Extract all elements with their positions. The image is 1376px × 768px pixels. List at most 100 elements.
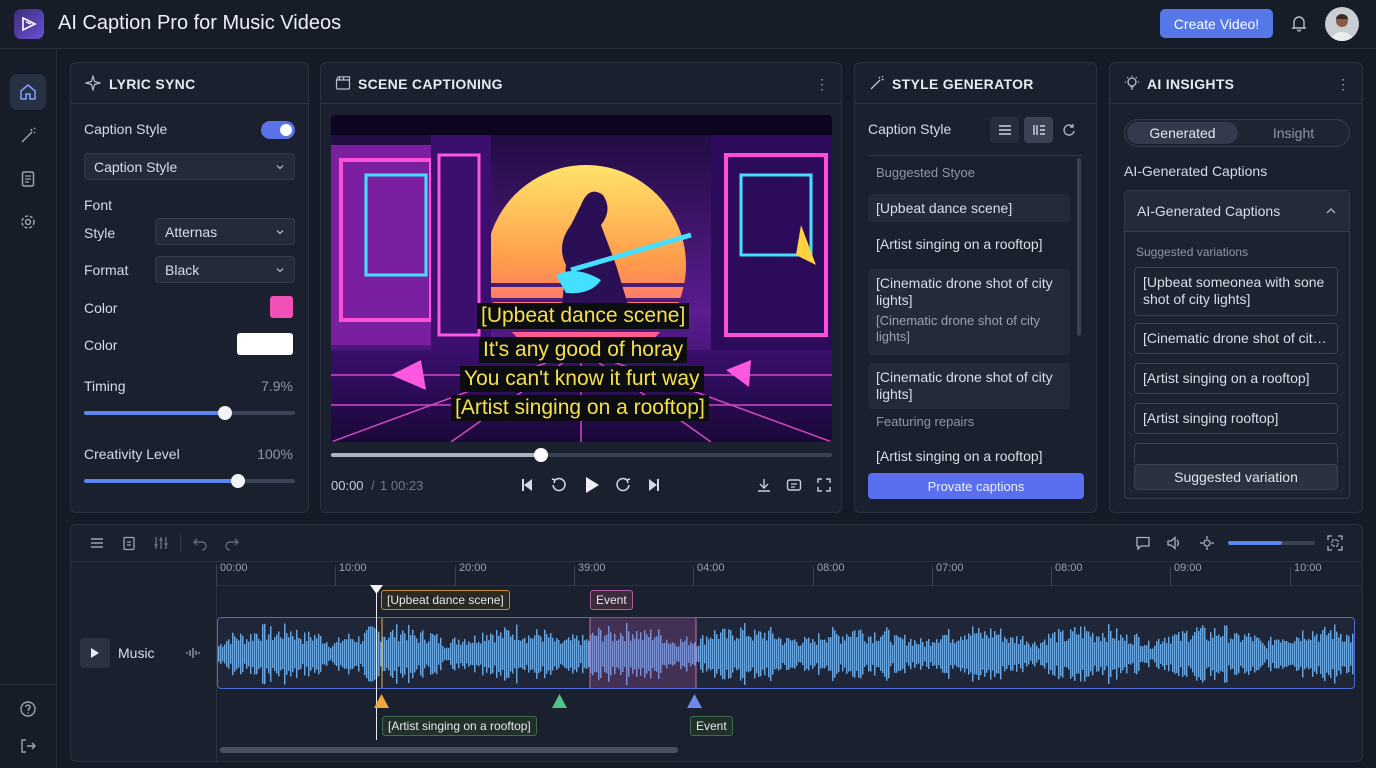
ruler-tick-line: [1290, 566, 1291, 586]
volume-icon[interactable]: [1166, 535, 1182, 551]
music-audio-clip[interactable]: [217, 617, 1355, 689]
undo-icon[interactable]: [192, 535, 208, 551]
style-suggestion-5[interactable]: [Artist singing on a rooftop]: [876, 448, 1043, 464]
suggested-variation-button[interactable]: Suggested variation: [1134, 464, 1338, 490]
track-waveform-icon[interactable]: [185, 646, 201, 660]
settings-gear-icon[interactable]: [10, 204, 46, 240]
ruler-tick-label: 08:00: [1055, 562, 1083, 574]
generate-captions-button[interactable]: Provate captions: [868, 473, 1084, 499]
tag-event-bottom[interactable]: Event: [690, 716, 733, 736]
accordion-header[interactable]: AI-Generated Captions: [1125, 191, 1349, 232]
font-label: Font: [84, 197, 113, 213]
help-icon[interactable]: [10, 691, 46, 727]
forward-icon[interactable]: [614, 476, 632, 494]
notification-bell-icon[interactable]: [1289, 13, 1309, 33]
create-video-button[interactable]: Create Video!: [1160, 9, 1273, 38]
current-time: 00:00: [331, 478, 364, 493]
style-generator-title: STYLE GENERATOR: [892, 76, 1034, 92]
ruler-tick-line: [1051, 566, 1052, 586]
comment-icon[interactable]: [1135, 535, 1151, 551]
caption-line-2: It's any good of horay: [479, 337, 688, 363]
scrollbar[interactable]: [1077, 158, 1081, 336]
tab-insight[interactable]: Insight: [1238, 122, 1349, 144]
fit-view-icon[interactable]: [1327, 535, 1343, 551]
logout-icon[interactable]: [10, 728, 46, 764]
refresh-icon[interactable]: [1062, 123, 1076, 137]
tag-event-top[interactable]: Event: [590, 590, 633, 610]
tag-artist-singing[interactable]: [Artist singing on a rooftop]: [382, 716, 537, 736]
color-swatch-pink[interactable]: [270, 296, 293, 318]
video-preview[interactable]: [Upbeat dance scene] It's any good of ho…: [331, 115, 832, 442]
document-icon[interactable]: [10, 161, 46, 197]
style-suggestion-3-text: [Cinematic drone shot of city lights]: [876, 275, 1053, 308]
equalizer-icon[interactable]: [153, 535, 169, 551]
timing-value: 7.9%: [261, 378, 293, 394]
variation-1[interactable]: [Upbeat someonea with sone shot of city …: [1134, 267, 1338, 316]
color-swatch-white[interactable]: [237, 333, 293, 355]
caption-style-label: Caption Style: [868, 121, 952, 137]
variation-2[interactable]: [Cinematic drone shot of city...: [1134, 323, 1338, 354]
wand-icon[interactable]: [10, 118, 46, 154]
style-suggestion-3[interactable]: [Cinematic drone shot of city lights] [C…: [868, 269, 1070, 355]
time-separator: /: [371, 478, 375, 493]
sparkle-icon: [85, 75, 101, 91]
rewind-icon[interactable]: [550, 476, 568, 494]
ruler-tick-label: 09:00: [1174, 562, 1202, 574]
audio-settings-icon[interactable]: [1199, 535, 1215, 551]
variation-3[interactable]: [Artist singing on a rooftop]: [1134, 363, 1338, 394]
creativity-value: 100%: [257, 446, 293, 462]
caption-style-toggle[interactable]: [261, 121, 295, 139]
clipboard-icon[interactable]: [121, 535, 137, 551]
style-suggestion-4-text: [Cinematic drone shot of city lights]: [876, 369, 1053, 402]
caption-style-label: Caption Style: [84, 121, 168, 137]
more-options-icon[interactable]: ⋮: [1336, 76, 1350, 93]
tag-upbeat-dance-scene[interactable]: [Upbeat dance scene]: [381, 590, 510, 610]
download-icon[interactable]: [756, 477, 772, 493]
menu-icon[interactable]: [89, 535, 105, 551]
marker-orange[interactable]: [374, 694, 389, 708]
featuring-label: Featuring repairs: [876, 414, 975, 429]
style-suggestion-1[interactable]: [Upbeat dance scene]: [868, 194, 1070, 222]
skip-forward-icon[interactable]: [647, 477, 661, 493]
redo-icon[interactable]: [224, 535, 240, 551]
list-view-button[interactable]: [990, 117, 1019, 143]
captions-cc-icon[interactable]: [786, 477, 802, 493]
columns-view-button[interactable]: [1024, 117, 1053, 143]
timing-slider[interactable]: [84, 406, 295, 420]
ruler-tick-label: 20:00: [459, 562, 487, 574]
tab-generated[interactable]: Generated: [1127, 122, 1238, 144]
creativity-slider[interactable]: [84, 474, 295, 488]
video-frame-artwork: [331, 115, 832, 442]
home-icon[interactable]: [10, 74, 46, 110]
skip-back-icon[interactable]: [520, 477, 534, 493]
timeline-horizontal-scrollbar[interactable]: [220, 747, 678, 753]
video-progress-bar[interactable]: [331, 448, 832, 462]
more-options-icon[interactable]: ⋮: [815, 76, 829, 93]
caption-style-select-value: Caption Style: [94, 159, 178, 175]
fullscreen-icon[interactable]: [816, 477, 832, 493]
marker-blue[interactable]: [687, 694, 702, 708]
font-format-select[interactable]: Black: [155, 256, 295, 283]
variation-4[interactable]: [Artist singing rooftop]: [1134, 403, 1338, 434]
divider: [868, 155, 1083, 156]
font-style-select[interactable]: Atternas: [155, 218, 295, 245]
chevron-down-icon: [276, 268, 284, 273]
volume-slider[interactable]: [1228, 541, 1315, 545]
play-icon[interactable]: [583, 475, 601, 495]
section-title: AI-Generated Captions: [1124, 163, 1268, 179]
chevron-down-icon: [276, 230, 284, 235]
timing-slider-knob[interactable]: [218, 406, 232, 420]
style-label: Style: [84, 225, 116, 241]
marker-green[interactable]: [552, 694, 567, 708]
creativity-slider-knob[interactable]: [231, 474, 245, 488]
style-generator-header: STYLE GENERATOR: [855, 63, 1096, 104]
user-avatar[interactable]: [1325, 7, 1359, 41]
style-suggestion-2[interactable]: [Artist singing on a rooftop]: [868, 230, 1070, 260]
timing-slider-fill: [84, 411, 225, 415]
style-suggestion-4[interactable]: [Cinematic drone shot of city lights]: [868, 363, 1070, 409]
ruler-tick-label: 08:00: [817, 562, 845, 574]
color-label-2: Color: [84, 337, 118, 353]
track-play-button[interactable]: [80, 638, 110, 668]
caption-style-select[interactable]: Caption Style: [84, 153, 295, 180]
video-scrubber[interactable]: [534, 448, 548, 462]
